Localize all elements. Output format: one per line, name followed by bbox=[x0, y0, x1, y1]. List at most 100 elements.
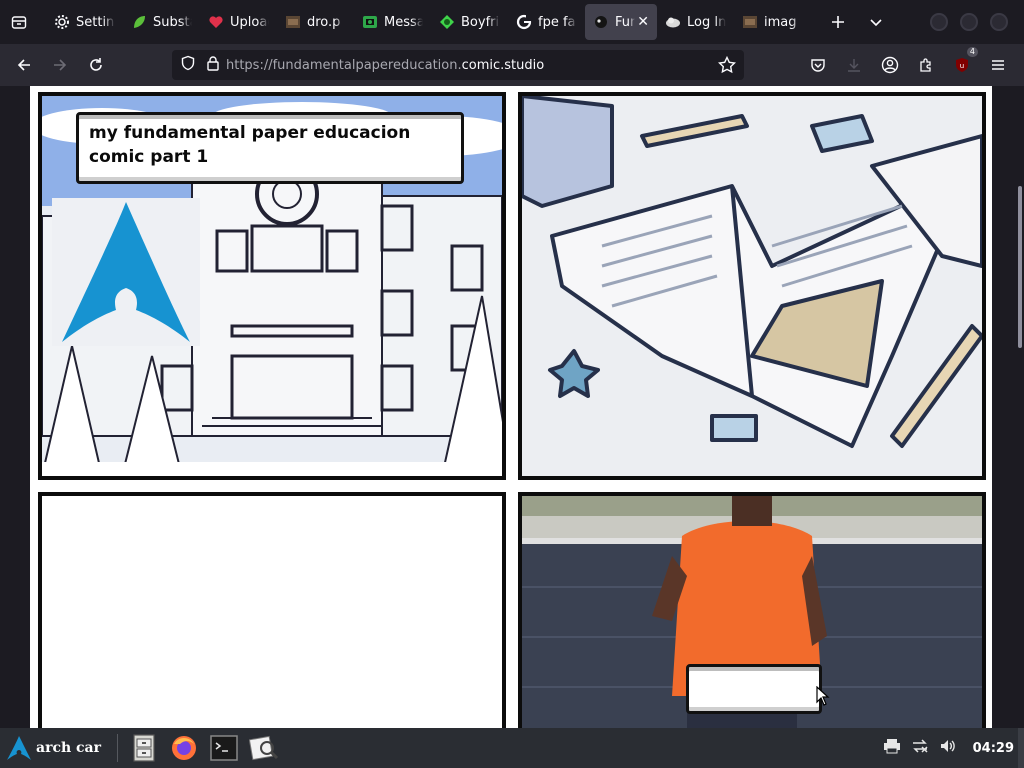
tray-icon bbox=[11, 16, 27, 29]
window-controls bbox=[930, 13, 1008, 31]
menu-button[interactable] bbox=[980, 49, 1016, 81]
taskbar-separator bbox=[117, 734, 118, 762]
tab-login[interactable]: Log In bbox=[657, 4, 734, 40]
image-viewer-icon bbox=[249, 735, 279, 761]
clock[interactable]: 04:29 bbox=[973, 741, 1014, 756]
minimize-button[interactable] bbox=[930, 13, 948, 31]
comic-panel-3[interactable] bbox=[38, 492, 506, 728]
show-desktop-button[interactable] bbox=[1018, 728, 1024, 768]
pocket-button[interactable] bbox=[800, 49, 836, 81]
ublock-button[interactable]: u 4 bbox=[944, 47, 980, 81]
tab-google[interactable]: fpe fa bbox=[508, 4, 585, 40]
image-icon bbox=[285, 14, 301, 30]
file-cabinet-icon bbox=[133, 734, 155, 762]
chevron-down-icon bbox=[870, 19, 882, 27]
printer-icon[interactable] bbox=[883, 738, 901, 758]
tab-label: Messages bbox=[384, 14, 423, 30]
comic-icon bbox=[593, 14, 609, 30]
tab-separator bbox=[38, 0, 46, 44]
tab-current[interactable]: Fun ✕ bbox=[585, 4, 657, 40]
ublock-shield-icon: u bbox=[956, 58, 968, 72]
reload-icon bbox=[90, 58, 102, 71]
new-tab-button[interactable] bbox=[819, 0, 857, 44]
reload-button[interactable] bbox=[78, 49, 114, 81]
tab-label: Settings bbox=[76, 14, 115, 30]
extension-badge: 4 bbox=[966, 47, 978, 57]
url-prefix: https://fundamentalpapereducation. bbox=[226, 57, 462, 73]
navigation-toolbar: https://fundamentalpapereducation.comic.… bbox=[0, 44, 1024, 86]
file-manager-launcher[interactable] bbox=[126, 730, 162, 766]
forward-button[interactable] bbox=[42, 49, 78, 81]
arch-linux-logo bbox=[52, 198, 200, 346]
firefox-icon bbox=[172, 736, 196, 760]
cloud-icon bbox=[665, 14, 681, 30]
url-domain: comic.studio bbox=[461, 57, 545, 73]
tab-messages[interactable]: Messages bbox=[354, 4, 431, 40]
bookmark-star-icon[interactable] bbox=[717, 55, 737, 78]
tab-label: Fun bbox=[615, 14, 636, 30]
network-disconnected-icon[interactable] bbox=[911, 738, 929, 758]
extensions-button[interactable] bbox=[908, 49, 944, 81]
scrollbar-thumb[interactable] bbox=[1018, 186, 1022, 348]
plus-icon bbox=[832, 16, 844, 28]
arch-logo-icon bbox=[7, 736, 31, 760]
terminal-launcher[interactable] bbox=[206, 730, 242, 766]
tracking-shield-icon[interactable] bbox=[180, 55, 196, 75]
back-arrow-icon bbox=[17, 59, 30, 71]
tab-strip: Settings Substack Upload dro.p Messages … bbox=[0, 0, 1024, 44]
tab-label: imag bbox=[764, 14, 797, 30]
chat-icon bbox=[362, 14, 378, 30]
forward-arrow-icon bbox=[54, 59, 67, 71]
tab-label: Boyfriend bbox=[461, 14, 500, 30]
speech-bubble bbox=[686, 664, 822, 714]
comic-panel-4[interactable] bbox=[518, 492, 986, 728]
start-label: arch car bbox=[36, 740, 101, 756]
mouse-cursor-icon bbox=[816, 686, 830, 706]
tab-label: Log In bbox=[687, 14, 726, 30]
comic-panel-1[interactable]: my fundamental paper educacion comic par… bbox=[38, 92, 506, 480]
back-button[interactable] bbox=[6, 49, 42, 81]
terminal-icon bbox=[210, 735, 238, 761]
heart-icon bbox=[208, 14, 224, 30]
list-all-tabs-button[interactable] bbox=[857, 0, 895, 44]
toolbar-right: u 4 bbox=[800, 47, 1016, 81]
tab-upload[interactable]: Upload bbox=[200, 4, 277, 40]
tab-list: Settings Substack Upload dro.p Messages … bbox=[46, 0, 811, 44]
comic-panel-2[interactable] bbox=[518, 92, 986, 480]
close-window-button[interactable] bbox=[990, 13, 1008, 31]
volume-icon[interactable] bbox=[939, 738, 957, 758]
tab-settings[interactable]: Settings bbox=[46, 4, 123, 40]
url-text: https://fundamentalpapereducation.comic.… bbox=[226, 58, 544, 73]
system-tray: 04:29 bbox=[883, 738, 1014, 758]
gear-icon bbox=[54, 14, 70, 30]
account-button[interactable] bbox=[872, 49, 908, 81]
tab-substack[interactable]: Substack bbox=[123, 4, 200, 40]
tab-label: Upload bbox=[230, 14, 269, 30]
downloads-button[interactable] bbox=[836, 49, 872, 81]
leaf-icon bbox=[131, 14, 147, 30]
page-scrollbar[interactable] bbox=[1016, 86, 1024, 728]
tab-label: dro.p bbox=[307, 14, 341, 30]
taskbar: arch car 04:29 bbox=[0, 728, 1024, 768]
web-page: my fundamental paper educacion comic par… bbox=[30, 86, 992, 728]
address-bar[interactable]: https://fundamentalpapereducation.comic.… bbox=[172, 50, 744, 80]
game-icon bbox=[439, 14, 455, 30]
tab-drop[interactable]: dro.p bbox=[277, 4, 354, 40]
image-viewer-launcher[interactable] bbox=[246, 730, 282, 766]
tab-overview-button[interactable] bbox=[0, 0, 38, 44]
svg-text:u: u bbox=[960, 62, 964, 70]
caption-box: my fundamental paper educacion comic par… bbox=[76, 112, 464, 184]
tab-label: Substack bbox=[153, 14, 192, 30]
maximize-button[interactable] bbox=[960, 13, 978, 31]
firefox-launcher[interactable] bbox=[166, 730, 202, 766]
tab-image[interactable]: imag bbox=[734, 4, 811, 40]
start-menu-button[interactable]: arch car bbox=[0, 728, 109, 768]
lock-icon[interactable] bbox=[206, 55, 220, 75]
puzzle-icon bbox=[920, 58, 931, 72]
google-icon bbox=[516, 14, 532, 30]
hamburger-menu-icon bbox=[992, 60, 1004, 70]
close-tab-icon[interactable]: ✕ bbox=[637, 14, 649, 30]
tab-boyfriend[interactable]: Boyfriend bbox=[431, 4, 508, 40]
account-icon bbox=[881, 56, 899, 74]
caption-text: my fundamental paper educacion comic par… bbox=[89, 123, 411, 167]
